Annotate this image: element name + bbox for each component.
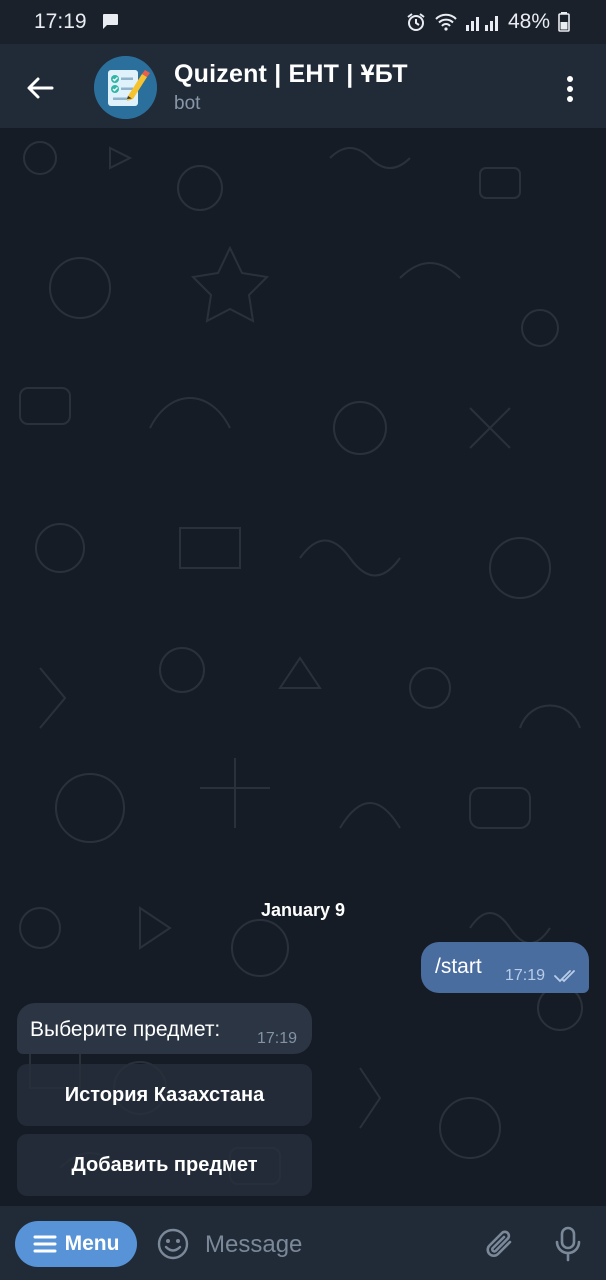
message-text: /start (435, 955, 482, 978)
back-arrow-icon[interactable] (24, 72, 56, 104)
battery-icon (558, 12, 570, 32)
inline-button-history-kazakhstan[interactable]: История Казахстана (17, 1064, 312, 1126)
inline-button-add-subject[interactable]: Добавить предмет (17, 1134, 312, 1196)
battery-percent: 48% (507, 10, 550, 33)
incoming-message[interactable]: Выберите предмет: 17:19 (17, 1003, 312, 1054)
signal-icon (465, 16, 498, 31)
hamburger-icon (33, 1235, 57, 1253)
alarm-icon (407, 13, 425, 31)
status-time: 17:19 (34, 10, 87, 33)
chat-area[interactable]: January 9 /start 17:19 Выберите предмет:… (0, 128, 606, 1206)
message-input[interactable] (203, 1224, 457, 1266)
message-composer: Menu (0, 1206, 606, 1280)
outgoing-message[interactable]: /start 17:19 (421, 942, 589, 993)
kebab-menu-icon[interactable] (560, 74, 580, 104)
bot-avatar[interactable] (94, 56, 157, 119)
chat-header: Quizent | ЕНТ | ҰБТ bot (0, 44, 606, 128)
menu-label: Menu (64, 1232, 120, 1255)
message-text: Выберите предмет: (30, 1018, 221, 1041)
message-notification-icon (103, 14, 118, 29)
status-bar: 17:19 48% (0, 0, 606, 44)
menu-button[interactable]: Menu (15, 1221, 137, 1267)
wifi-icon (435, 13, 457, 31)
emoji-icon[interactable] (157, 1228, 189, 1260)
date-separator: January 9 (260, 900, 346, 920)
mic-icon[interactable] (554, 1226, 582, 1262)
status-right: 48% (406, 10, 570, 34)
chat-subtitle: bot (174, 93, 201, 114)
double-check-icon (554, 970, 575, 983)
chat-title[interactable]: Quizent | ЕНТ | ҰБТ (174, 60, 408, 89)
attach-icon[interactable] (485, 1228, 517, 1262)
message-time: 17:19 (505, 967, 546, 984)
message-time: 17:19 (257, 1030, 298, 1047)
checklist-pencil-logo (94, 56, 157, 119)
